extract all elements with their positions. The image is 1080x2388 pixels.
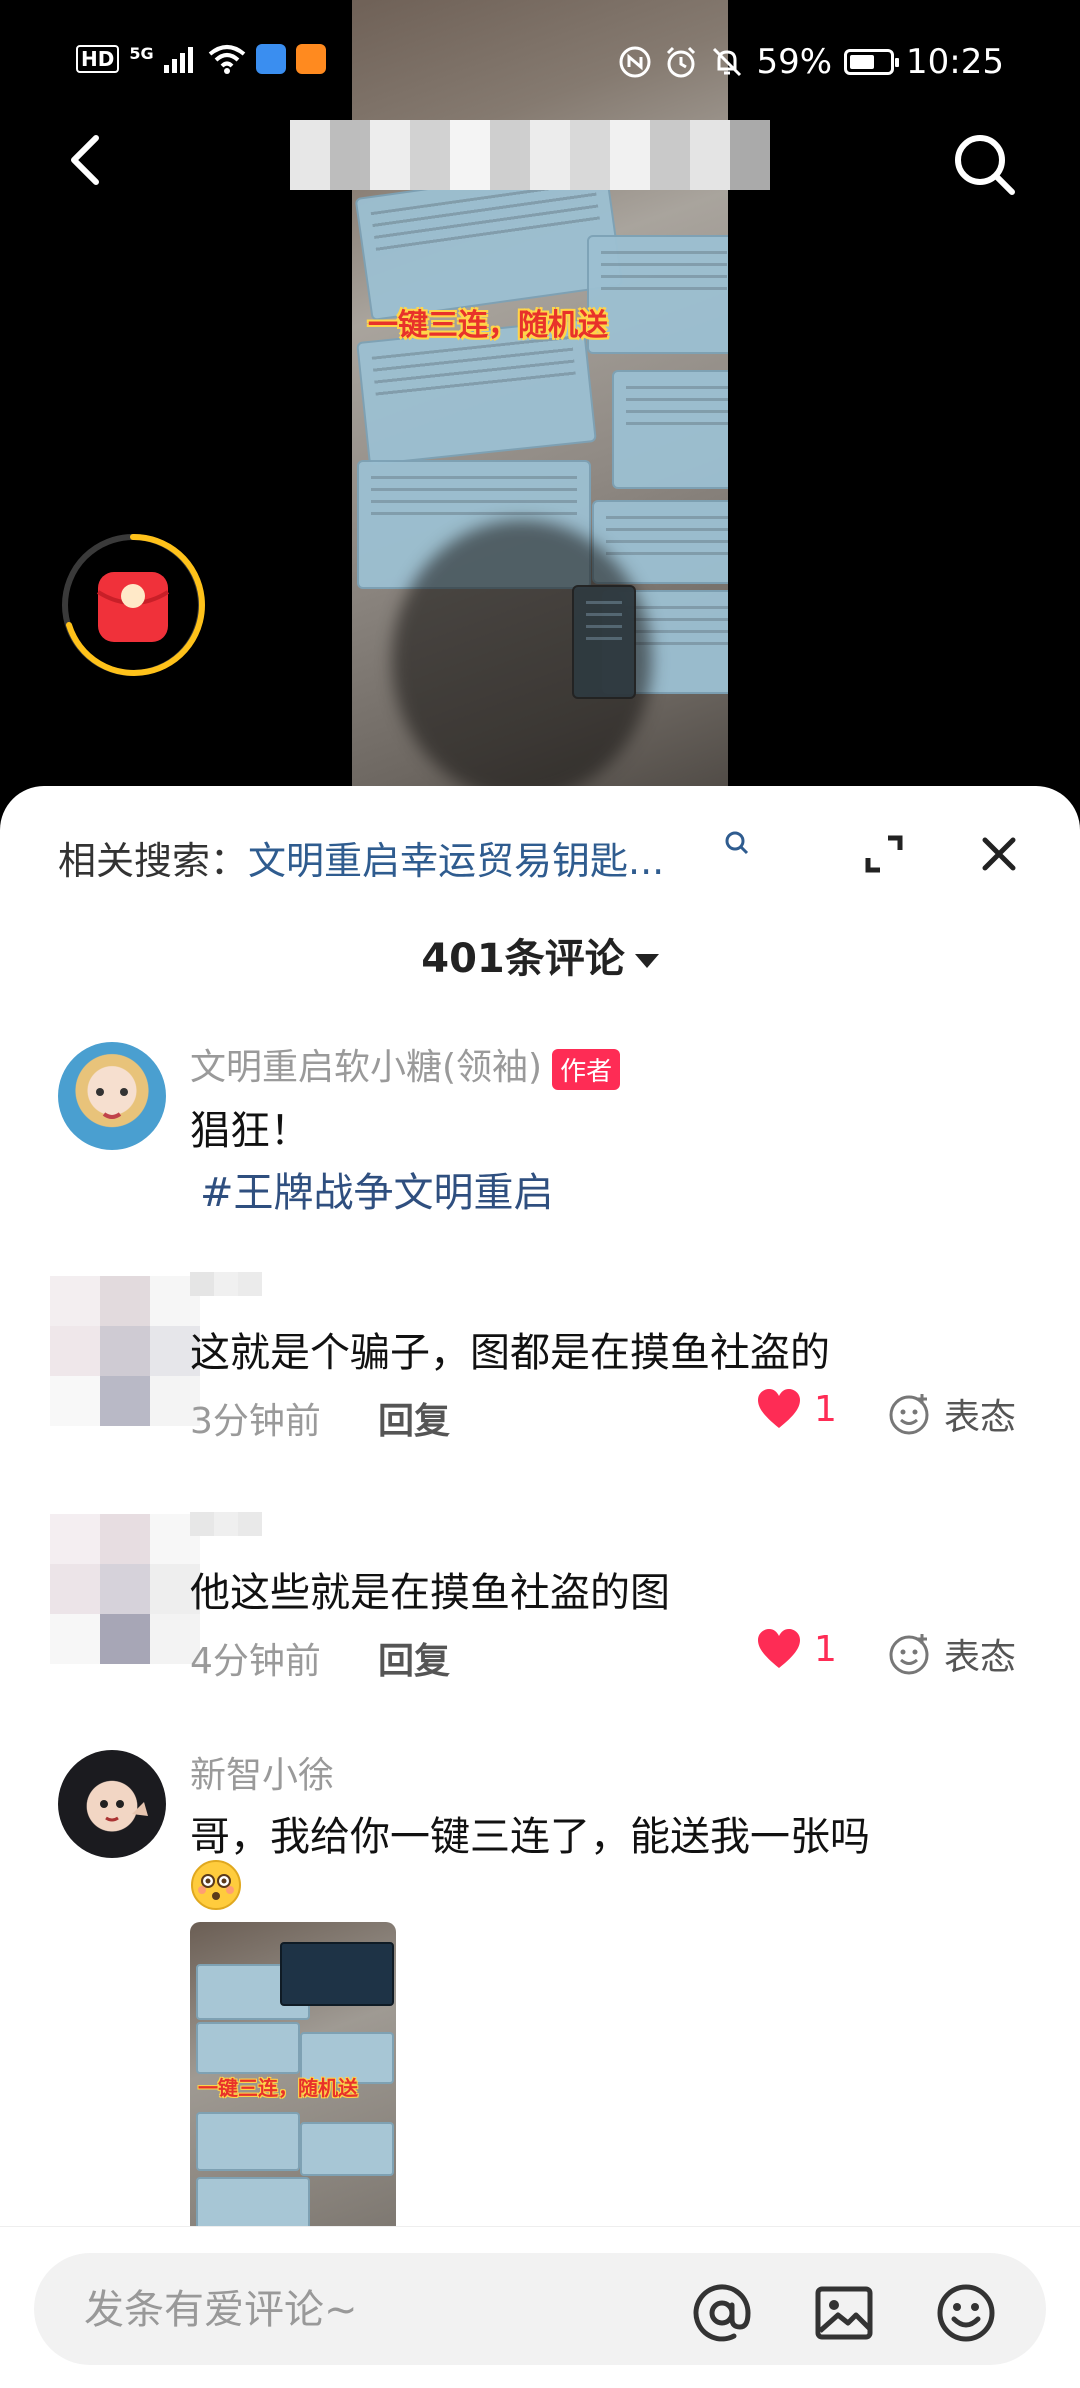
heart-icon	[758, 1389, 800, 1428]
red-packet-icon	[62, 533, 205, 676]
username-blurred[interactable]	[190, 1512, 262, 1536]
network-label: 5G	[129, 44, 154, 63]
nfc-icon	[619, 46, 651, 78]
image-caption: 一键三连，随机送	[198, 2076, 358, 2100]
emoji-react-icon	[889, 1634, 929, 1675]
comment-input-bar	[0, 2226, 1080, 2388]
avatar[interactable]	[50, 1514, 200, 1664]
comment-input-container[interactable]	[34, 2253, 1046, 2367]
related-search[interactable]: 相关搜索：文明重启幸运贸易钥匙...	[58, 830, 664, 885]
flushed-face-icon	[191, 1860, 241, 1910]
blurred-title	[290, 120, 770, 190]
related-query[interactable]: 文明重启幸运贸易钥匙...	[248, 839, 664, 883]
like-count: 1	[814, 1628, 837, 1670]
avatar[interactable]	[58, 1042, 166, 1150]
username-text: 文明重启软小糖(领袖)	[190, 1047, 543, 1088]
expand-icon[interactable]	[860, 830, 908, 878]
search-small-icon[interactable]	[722, 828, 752, 858]
hd-label: HD	[76, 45, 120, 73]
author-badge: 作者	[552, 1048, 621, 1090]
emoji-react-icon	[889, 1394, 929, 1435]
like-button[interactable]: 1	[756, 1388, 837, 1430]
comment-time: 3分钟前	[190, 1401, 321, 1442]
emoji-icon[interactable]	[934, 2281, 998, 2345]
avatar[interactable]	[58, 1750, 166, 1858]
video-player[interactable]: 一键三连，随机送 HD 5G 59% 10:25	[0, 0, 1080, 800]
clock: 10:25	[906, 42, 1004, 82]
comment-input[interactable]	[82, 2253, 686, 2367]
comment-count-label: 401条评论	[421, 936, 625, 982]
related-label: 相关搜索：	[58, 839, 249, 883]
image-icon[interactable]	[812, 2281, 876, 2345]
video-caption: 一键三连，随机送	[368, 308, 608, 343]
app-notification-icon	[295, 44, 326, 74]
comment-username[interactable]: 文明重启软小糖(领袖) 作者	[190, 1038, 621, 1090]
back-icon[interactable]	[58, 130, 118, 190]
comment-text: 他这些就是在摸鱼社盗的图	[190, 1570, 670, 1616]
wifi-icon	[208, 45, 245, 74]
thumb-inset	[280, 1942, 394, 2006]
username-blurred[interactable]	[190, 1272, 262, 1296]
phone-object	[572, 585, 636, 699]
video-card	[612, 370, 728, 489]
app-notification-icon	[255, 44, 286, 74]
mention-icon[interactable]	[690, 2281, 754, 2345]
comment-username[interactable]: 新智小徐	[190, 1746, 334, 1798]
thumb-card	[300, 2122, 394, 2176]
video-card	[587, 235, 728, 354]
hashtag-link[interactable]: #王牌战争文明重启	[200, 1160, 554, 1218]
reply-button[interactable]: 回复	[378, 1392, 450, 1444]
close-icon[interactable]	[975, 830, 1023, 878]
thumb-card	[196, 2112, 300, 2171]
signal-icon	[163, 47, 193, 73]
mute-icon	[713, 47, 742, 77]
comment-text: 猖狂！	[190, 1108, 310, 1154]
react-label: 表态	[944, 1637, 1017, 1678]
like-count: 1	[814, 1388, 837, 1430]
comment-count[interactable]: 401条评论	[0, 926, 1080, 984]
comment-text: 这就是个骗子，图都是在摸鱼社盗的	[190, 1330, 830, 1376]
avatar[interactable]	[50, 1276, 200, 1426]
react-label: 表态	[944, 1397, 1017, 1438]
red-packet-button[interactable]	[58, 530, 208, 680]
thumb-card	[196, 2022, 300, 2074]
react-button[interactable]: 表态	[888, 1628, 1016, 1680]
reply-button[interactable]: 回复	[378, 1632, 450, 1684]
status-bar: HD 5G 59% 10:25	[0, 0, 1080, 130]
comment-panel: 相关搜索：文明重启幸运贸易钥匙... 401条评论 文明重启软小糖(领袖) 作者 …	[0, 786, 1080, 2388]
heart-icon	[758, 1629, 800, 1668]
search-icon[interactable]	[950, 130, 1020, 200]
like-button[interactable]: 1	[756, 1628, 837, 1670]
chevron-down-icon	[634, 954, 659, 968]
react-button[interactable]: 表态	[888, 1388, 1016, 1440]
battery-percent: 59%	[756, 42, 833, 82]
comment-time: 4分钟前	[190, 1641, 321, 1682]
alarm-icon	[667, 46, 696, 78]
battery-icon	[844, 49, 900, 75]
comment-text: 哥，我给你一键三连了，能送我一张吗	[190, 1814, 870, 1860]
comment-image[interactable]: 一键三连，随机送	[190, 1922, 396, 2242]
